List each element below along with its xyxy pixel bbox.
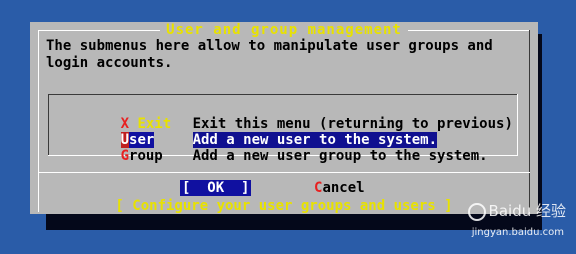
menu-border-left	[48, 94, 49, 156]
menu-border-top	[48, 94, 518, 95]
dialog-title: User and group management	[160, 22, 408, 38]
cancel-button[interactable]: Cancel	[314, 180, 365, 196]
menu-border-right	[517, 94, 518, 156]
user-group-management-dialog: User and group management The submenus h…	[30, 22, 538, 214]
button-separator	[38, 172, 530, 173]
menu-item-hotkey: G	[120, 148, 130, 164]
menu-item-group[interactable]: Group Add a new user group to the system.	[70, 132, 488, 164]
menu-item-user[interactable]: User Add a new user to the system.	[70, 116, 438, 148]
button-row: [ OK ] Cancel	[30, 180, 538, 198]
menu-item-exit[interactable]: X Exit Exit this menu (returning to previ…	[70, 100, 513, 132]
menu-item-tag-rest: roup	[129, 148, 163, 164]
dialog-footer: [ Configure your user groups and users ]	[30, 198, 538, 214]
ok-button[interactable]: [ OK ]	[180, 180, 252, 196]
cancel-label: ancel	[322, 180, 365, 196]
watermark-brand: Baidu 经验	[488, 202, 566, 220]
menu-list: X Exit Exit this menu (returning to previ…	[48, 94, 518, 164]
watermark-url: jingyan.baidu.com	[471, 227, 564, 238]
menu-item-description: Add a new user group to the system.	[192, 148, 488, 164]
dialog-description: The submenus here allow to manipulate us…	[46, 38, 493, 71]
baidu-watermark-logo: Baidu 经验	[465, 200, 566, 221]
paw-icon	[467, 202, 486, 221]
menu-item-tag: Group	[121, 148, 193, 164]
footer-hint: [ Configure your user groups and users ]	[113, 198, 455, 214]
dialog-title-bar: User and group management	[30, 22, 538, 38]
